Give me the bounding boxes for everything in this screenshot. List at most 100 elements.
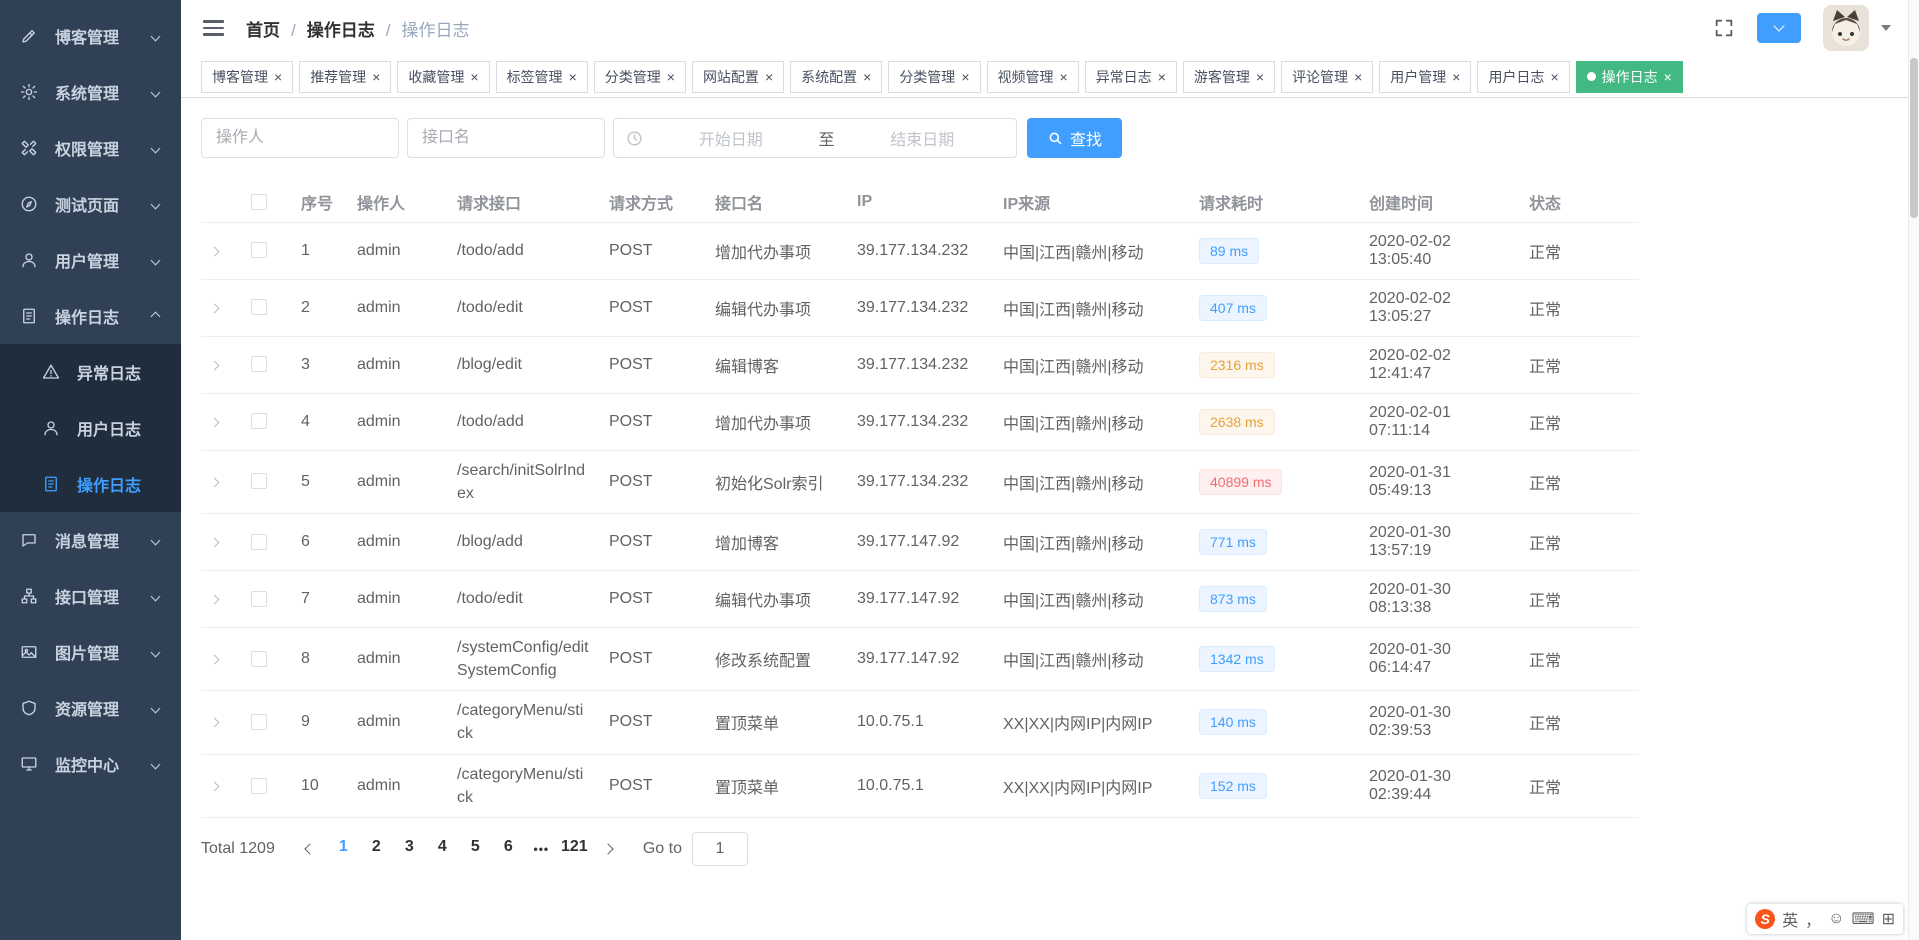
tab-close-icon[interactable]	[667, 70, 675, 84]
ime-soft-keyboard[interactable]: ⌨	[1852, 909, 1875, 929]
row-checkbox[interactable]	[251, 650, 267, 667]
tab-close-icon[interactable]	[569, 70, 577, 84]
view-tab[interactable]: 标签管理	[495, 60, 588, 93]
view-tab[interactable]: 收藏管理	[397, 60, 490, 93]
page-number-button[interactable]: 5	[459, 834, 492, 864]
scrollbar-thumb[interactable]	[1910, 58, 1918, 218]
header-dropdown-button[interactable]	[1757, 13, 1801, 43]
view-tab[interactable]: 评论管理	[1281, 60, 1374, 93]
sidebar-item[interactable]: 监控中心	[0, 736, 181, 792]
sidebar-item[interactable]: 操作日志	[0, 288, 181, 344]
view-tab[interactable]: 推荐管理	[299, 60, 392, 93]
tab-close-icon[interactable]	[1256, 70, 1264, 84]
sidebar-item[interactable]: 图片管理	[0, 624, 181, 680]
expand-row-icon[interactable]	[209, 360, 220, 370]
breadcrumb-item[interactable]: 首页	[246, 16, 280, 41]
interface-name-input[interactable]	[407, 118, 605, 158]
tab-close-icon[interactable]	[470, 70, 478, 84]
page-number-button[interactable]: 3	[393, 834, 426, 864]
sidebar-item[interactable]: 操作日志	[0, 456, 181, 512]
operator-input[interactable]	[201, 118, 399, 158]
tab-close-icon[interactable]	[1664, 70, 1672, 84]
user-avatar[interactable]	[1823, 5, 1869, 51]
tab-close-icon[interactable]	[863, 70, 871, 84]
view-tab[interactable]: 用户日志	[1477, 60, 1570, 93]
view-tab[interactable]: 操作日志	[1575, 60, 1683, 93]
sidebar-item[interactable]: 测试页面	[0, 176, 181, 232]
sogou-ime-logo[interactable]: S	[1755, 909, 1776, 929]
page-number-button[interactable]: 4	[426, 834, 459, 864]
sidebar-item[interactable]: 消息管理	[0, 512, 181, 568]
search-button[interactable]: 查找	[1027, 118, 1123, 158]
row-checkbox[interactable]	[251, 590, 267, 607]
sidebar-item[interactable]: 博客管理	[0, 8, 181, 64]
next-page-button[interactable]	[591, 843, 625, 855]
row-checkbox[interactable]	[251, 413, 267, 430]
ime-language-toggle[interactable]: 英	[1782, 907, 1798, 931]
tab-close-icon[interactable]	[1158, 70, 1166, 84]
tab-close-icon[interactable]	[1550, 70, 1558, 84]
page-number-button[interactable]: 121	[558, 834, 591, 864]
ime-emoji-picker[interactable]: ☺	[1828, 910, 1844, 928]
view-tab[interactable]: 异常日志	[1084, 60, 1177, 93]
row-checkbox[interactable]	[251, 533, 267, 550]
expand-row-icon[interactable]	[209, 594, 220, 605]
ime-toolbox[interactable]: ⊞	[1882, 909, 1895, 929]
row-checkbox[interactable]	[251, 299, 267, 316]
view-tab[interactable]: 用户管理	[1379, 60, 1472, 93]
expand-row-icon[interactable]	[209, 717, 220, 728]
page-number-button[interactable]: 6	[492, 834, 525, 864]
breadcrumb-item[interactable]: 操作日志	[280, 16, 375, 41]
row-checkbox[interactable]	[251, 777, 267, 794]
view-tab[interactable]: 视频管理	[986, 60, 1079, 93]
sidebar-item[interactable]: 资源管理	[0, 680, 181, 736]
tab-close-icon[interactable]	[765, 70, 773, 84]
tab-close-icon[interactable]	[1060, 70, 1068, 84]
cell-request-api: /systemConfig/editSystemConfig	[447, 627, 599, 692]
sidebar-item[interactable]: 用户管理	[0, 232, 181, 288]
view-tab[interactable]: 分类管理	[888, 60, 981, 93]
view-tab[interactable]: 博客管理	[201, 60, 294, 93]
row-checkbox[interactable]	[251, 473, 267, 490]
expand-row-icon[interactable]	[209, 781, 220, 792]
page-number-button[interactable]: 1	[327, 834, 360, 864]
expand-row-icon[interactable]	[209, 477, 220, 488]
tab-close-icon[interactable]	[372, 70, 380, 84]
sidebar-item[interactable]: 接口管理	[0, 568, 181, 624]
tab-close-icon[interactable]	[274, 70, 282, 84]
select-all-checkbox[interactable]	[251, 193, 267, 210]
goto-page-input[interactable]	[691, 832, 748, 866]
ime-punctuation-toggle[interactable]: ，	[1805, 907, 1821, 931]
sidebar-item[interactable]: 系统管理	[0, 64, 181, 120]
cell-status: 正常	[1519, 222, 1639, 280]
fullscreen-icon[interactable]	[1713, 17, 1735, 39]
expand-row-icon[interactable]	[209, 654, 220, 665]
tab-close-icon[interactable]	[1452, 70, 1460, 84]
row-checkbox[interactable]	[251, 356, 267, 373]
duration-badge: 1342 ms	[1199, 646, 1275, 673]
cell-ip: 39.177.134.232	[847, 336, 993, 394]
page-number-button[interactable]: 2	[360, 834, 393, 864]
expand-row-icon[interactable]	[209, 303, 220, 313]
row-checkbox[interactable]	[251, 242, 267, 259]
tab-close-icon[interactable]	[961, 70, 969, 84]
expand-row-icon[interactable]	[209, 417, 220, 427]
breadcrumb-item[interactable]: 操作日志	[375, 16, 469, 41]
row-checkbox[interactable]	[251, 714, 267, 731]
page-number-button[interactable]: •••	[525, 834, 558, 864]
expand-row-icon[interactable]	[209, 246, 220, 256]
date-range-picker[interactable]: 开始日期 至 结束日期	[613, 118, 1017, 158]
tab-close-icon[interactable]	[1354, 70, 1362, 84]
view-tab[interactable]: 网站配置	[691, 60, 785, 93]
sidebar-toggle-button[interactable]	[199, 16, 228, 40]
view-tab[interactable]: 游客管理	[1182, 60, 1276, 93]
expand-row-icon[interactable]	[209, 537, 220, 548]
view-tab[interactable]: 系统配置	[790, 60, 883, 93]
sidebar-item[interactable]: 权限管理	[0, 120, 181, 176]
view-tab[interactable]: 分类管理	[593, 60, 686, 93]
prev-page-button[interactable]	[293, 843, 327, 855]
sidebar-item[interactable]: 用户日志	[0, 400, 181, 456]
cell-index: 6	[291, 513, 347, 571]
avatar-caret-icon[interactable]	[1881, 25, 1891, 31]
sidebar-item[interactable]: 异常日志	[0, 344, 181, 400]
